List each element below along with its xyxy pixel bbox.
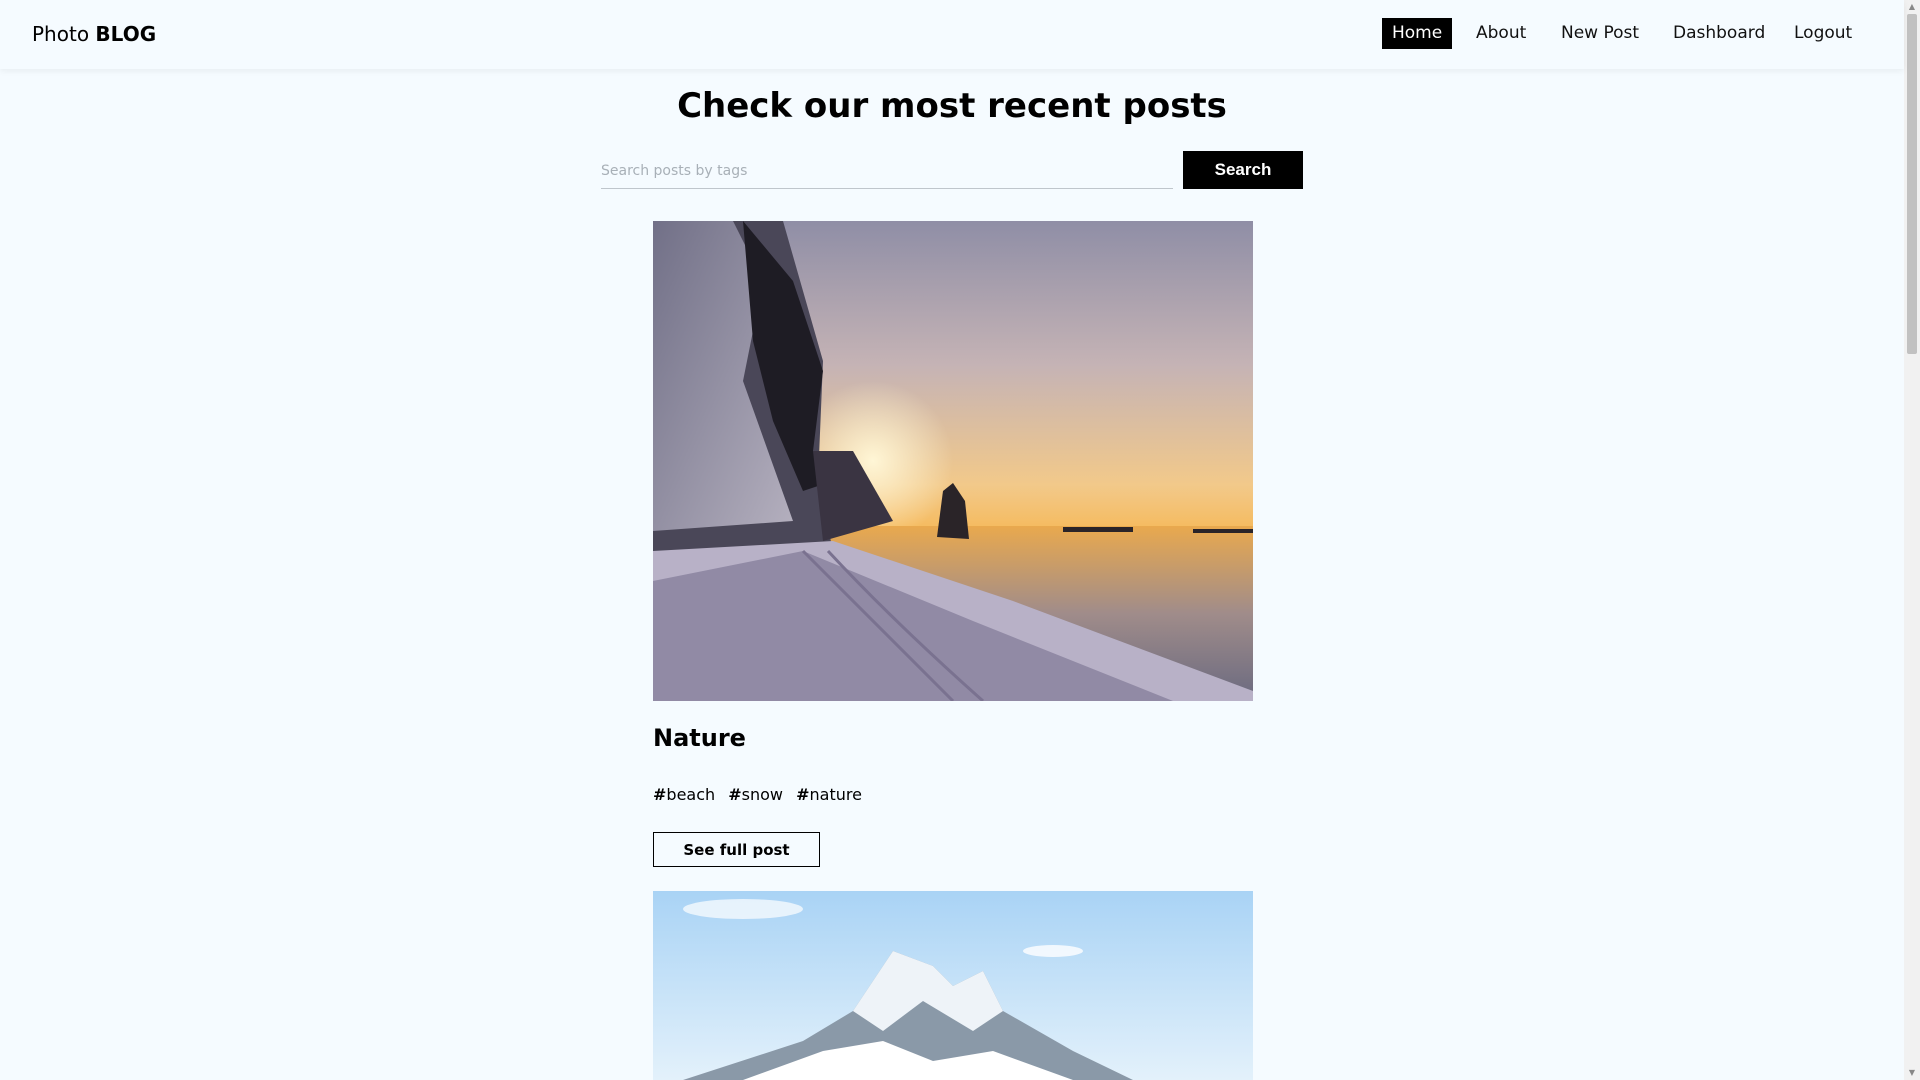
brand-bold: BLOG — [95, 22, 157, 46]
brand-prefix: Photo — [32, 22, 90, 46]
nav-dashboard[interactable]: Dashboard — [1673, 18, 1765, 49]
search-input[interactable] — [601, 154, 1173, 189]
see-full-post-button[interactable]: See full post — [653, 832, 820, 867]
post-title: Nature — [653, 724, 746, 752]
nav-home[interactable]: Home — [1382, 18, 1453, 49]
brand-logo[interactable]: Photo BLOG — [32, 22, 156, 46]
page-title: Check our most recent posts — [677, 86, 1227, 126]
tag-snow[interactable]: #snow — [728, 785, 783, 804]
nav-logout[interactable]: Logout — [1794, 18, 1852, 49]
scrollbar[interactable]: ▲ ▼ — [1904, 0, 1920, 1080]
nav-about[interactable]: About — [1476, 18, 1526, 49]
scroll-up-icon[interactable]: ▲ — [1904, 0, 1920, 14]
scroll-thumb[interactable] — [1907, 14, 1917, 354]
page: Photo BLOG Home About New Post Dashboard… — [0, 0, 1920, 1080]
post-image — [653, 221, 1253, 701]
tag-nature[interactable]: #nature — [796, 785, 862, 804]
tag-beach[interactable]: #beach — [653, 785, 715, 804]
nav-new-post[interactable]: New Post — [1561, 18, 1639, 49]
post-image — [653, 891, 1253, 1080]
post-tags: #beach #snow #nature — [653, 785, 870, 804]
search-button[interactable]: Search — [1183, 151, 1303, 189]
scroll-down-icon[interactable]: ▼ — [1904, 1066, 1920, 1080]
site-header: Photo BLOG Home About New Post Dashboard… — [0, 0, 1904, 69]
